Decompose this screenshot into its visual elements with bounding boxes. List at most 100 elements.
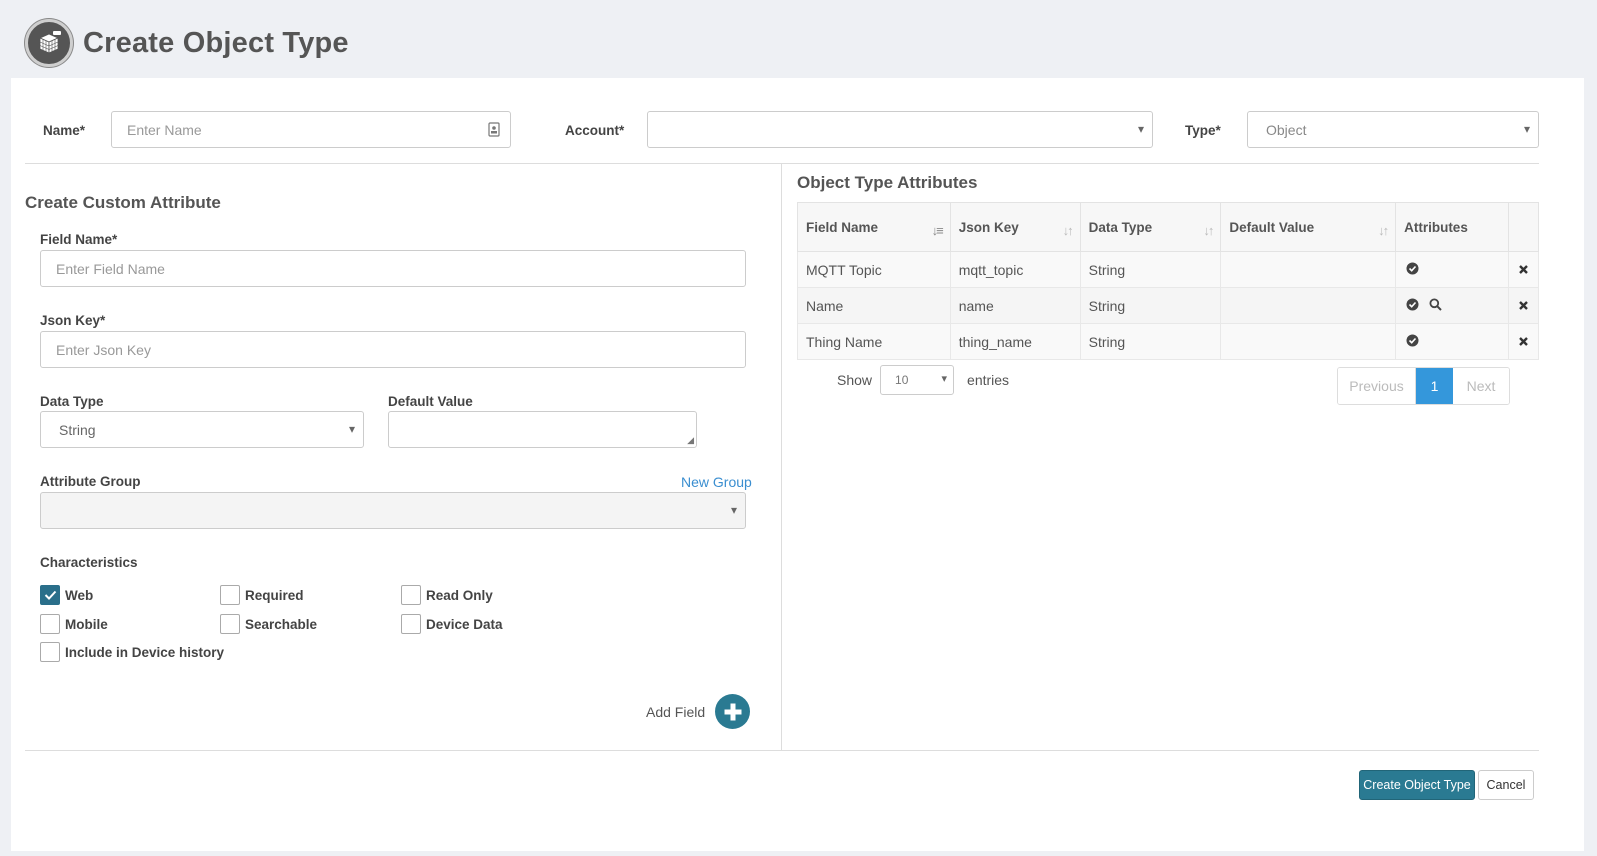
searchable-checkbox[interactable] bbox=[220, 614, 240, 634]
json-key-input[interactable]: Enter Json Key bbox=[40, 331, 746, 368]
data-type-label: Data Type bbox=[40, 394, 104, 409]
delete-icon[interactable] bbox=[1518, 336, 1529, 347]
characteristic-web[interactable]: Web bbox=[40, 585, 93, 605]
new-group-link[interactable]: New Group bbox=[681, 474, 752, 490]
account-select[interactable] bbox=[647, 111, 1153, 148]
column-actions bbox=[1507, 202, 1540, 252]
column-json-key[interactable]: Json Key ↓↑ bbox=[949, 202, 1081, 252]
cell-data-type: String bbox=[1079, 323, 1222, 360]
attribute-group-label: Attribute Group bbox=[40, 474, 141, 489]
column-field-name[interactable]: Field Name ↓≡ bbox=[797, 202, 951, 252]
searchable-label: Searchable bbox=[245, 616, 318, 632]
web-checkbox[interactable] bbox=[40, 585, 60, 605]
web-label: Web bbox=[65, 587, 94, 603]
sort-icon[interactable]: ↓↑ bbox=[1378, 223, 1389, 238]
cell-json-key: mqtt_topic bbox=[949, 251, 1081, 288]
contact-card-icon bbox=[488, 122, 500, 140]
field-name-input[interactable]: Enter Field Name bbox=[40, 250, 746, 287]
cancel-button[interactable]: Cancel bbox=[1478, 770, 1534, 800]
show-label: Show bbox=[837, 372, 873, 388]
attributes-table-title: Object Type Attributes bbox=[797, 173, 978, 192]
sort-icon[interactable]: ↓↑ bbox=[1203, 223, 1214, 238]
device-history-checkbox[interactable] bbox=[40, 642, 60, 662]
page-title: Create Object Type bbox=[83, 26, 349, 59]
divider-top bbox=[25, 163, 1539, 164]
page-1-button[interactable]: 1 bbox=[1416, 368, 1453, 404]
cell-delete bbox=[1507, 323, 1540, 360]
previous-page-button[interactable]: Previous bbox=[1338, 368, 1416, 404]
entries-value: 10 bbox=[895, 373, 909, 387]
column-attributes: Attributes bbox=[1395, 202, 1509, 252]
required-checkbox[interactable] bbox=[220, 585, 240, 605]
type-label: Type* bbox=[1185, 123, 1221, 138]
characteristic-read-only[interactable]: Read Only bbox=[401, 585, 493, 605]
divider-bottom bbox=[25, 750, 1539, 751]
attribute-group-select[interactable] bbox=[40, 492, 746, 529]
name-label: Name* bbox=[43, 123, 86, 138]
cell-default-value bbox=[1220, 323, 1397, 360]
characteristics-label: Characteristics bbox=[40, 555, 138, 570]
data-type-select[interactable]: String bbox=[40, 411, 364, 448]
sort-icon[interactable]: ↓↑ bbox=[1063, 223, 1074, 238]
characteristic-device-data[interactable]: Device Data bbox=[401, 614, 503, 634]
column-json-key-label: Json Key bbox=[958, 219, 1019, 235]
sort-asc-icon[interactable]: ↓≡ bbox=[932, 223, 944, 238]
characteristic-mobile[interactable]: Mobile bbox=[40, 614, 108, 634]
column-data-type-label: Data Type bbox=[1088, 219, 1153, 235]
column-default-value-label: Default Value bbox=[1229, 219, 1315, 235]
characteristic-required[interactable]: Required bbox=[220, 585, 304, 605]
cell-field-name: Name bbox=[797, 287, 951, 324]
read-only-checkbox[interactable] bbox=[401, 585, 421, 605]
entries-select[interactable]: 10 bbox=[880, 365, 955, 395]
field-name-label: Field Name* bbox=[40, 232, 118, 247]
search-icon bbox=[1429, 298, 1442, 311]
type-select[interactable]: Object bbox=[1247, 111, 1539, 148]
column-default-value[interactable]: Default Value ↓↑ bbox=[1220, 202, 1397, 252]
main-card: Name* Enter Name Account* Type* Object C… bbox=[11, 78, 1584, 851]
column-field-name-label: Field Name bbox=[806, 219, 879, 235]
resize-handle-icon[interactable]: ◢ bbox=[687, 435, 694, 446]
read-only-label: Read Only bbox=[426, 587, 493, 603]
device-data-label: Device Data bbox=[426, 616, 503, 632]
next-page-button[interactable]: Next bbox=[1453, 368, 1509, 404]
type-value: Object bbox=[1266, 121, 1307, 138]
column-attributes-label: Attributes bbox=[1404, 219, 1468, 235]
cell-delete bbox=[1507, 251, 1540, 288]
custom-attribute-title: Create Custom Attribute bbox=[25, 193, 221, 212]
cell-field-name: Thing Name bbox=[797, 323, 951, 360]
account-label: Account* bbox=[565, 123, 625, 138]
check-circle-icon bbox=[1406, 262, 1419, 274]
table-row: MQTT Topic mqtt_topic String bbox=[797, 251, 1540, 288]
add-field-button[interactable]: Add Field bbox=[646, 694, 751, 729]
delete-icon[interactable] bbox=[1518, 264, 1529, 275]
name-input[interactable]: Enter Name bbox=[111, 111, 511, 148]
plus-circle-icon[interactable] bbox=[715, 694, 751, 729]
page-header: Create Object Type bbox=[25, 18, 349, 68]
json-key-placeholder: Enter Json Key bbox=[56, 341, 151, 358]
cell-data-type: String bbox=[1079, 287, 1222, 324]
column-data-type[interactable]: Data Type ↓↑ bbox=[1079, 202, 1222, 252]
characteristic-device-history[interactable]: Include in Device history bbox=[40, 642, 224, 662]
device-history-label: Include in Device history bbox=[65, 644, 225, 660]
characteristic-searchable[interactable]: Searchable bbox=[220, 614, 317, 634]
cell-json-key: thing_name bbox=[949, 323, 1081, 360]
show-entries: Show 10 entries bbox=[837, 365, 1009, 395]
add-field-label: Add Field bbox=[646, 703, 706, 720]
create-object-type-button[interactable]: Create Object Type bbox=[1359, 770, 1475, 800]
cell-attributes bbox=[1395, 323, 1509, 360]
check-circle-icon bbox=[1406, 298, 1419, 310]
table-row: Thing Name thing_name String bbox=[797, 323, 1540, 360]
divider-vertical bbox=[781, 164, 782, 750]
required-label: Required bbox=[245, 587, 304, 603]
device-data-checkbox[interactable] bbox=[401, 614, 421, 634]
field-name-placeholder: Enter Field Name bbox=[56, 260, 165, 277]
cell-json-key: name bbox=[949, 287, 1081, 324]
pagination: Previous 1 Next bbox=[1337, 367, 1510, 405]
delete-icon[interactable] bbox=[1518, 300, 1529, 311]
attributes-table: Field Name ↓≡ Json Key ↓↑ Data Type ↓↑ Defa… bbox=[797, 202, 1540, 360]
default-value-textarea[interactable]: ◢ bbox=[388, 411, 697, 448]
json-key-label: Json Key* bbox=[40, 313, 106, 328]
mobile-checkbox[interactable] bbox=[40, 614, 60, 634]
entries-label: entries bbox=[967, 372, 1010, 388]
cell-field-name: MQTT Topic bbox=[797, 251, 951, 288]
